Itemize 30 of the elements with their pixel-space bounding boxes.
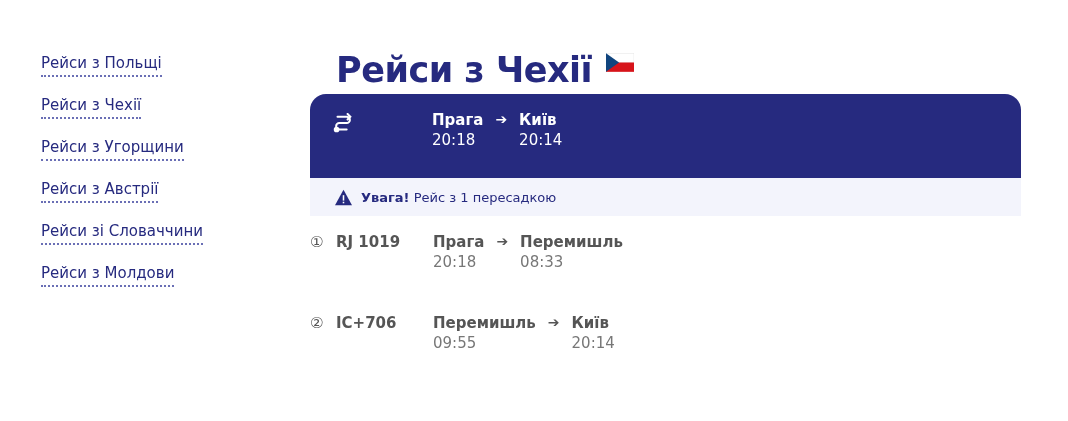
departure-time: 20:18	[433, 253, 478, 271]
arrival-time: 20:14	[519, 131, 563, 149]
train-number: IC+706	[336, 314, 398, 332]
train-number: RJ 1019	[336, 233, 402, 251]
warning-icon	[334, 188, 353, 206]
origin-city: Прага	[432, 111, 484, 129]
flag-icon	[606, 53, 634, 72]
sidebar-link[interactable]: Рейси з Молдови	[41, 262, 175, 287]
sidebar-link[interactable]: Рейси з Польщі	[41, 52, 162, 77]
leg-number: ②	[310, 314, 325, 332]
departure-time: 09:55	[433, 334, 478, 352]
sidebar-link[interactable]: Рейси з Чехії	[41, 94, 142, 119]
origin-city: Прага	[433, 233, 485, 251]
arrow: ➔	[547, 314, 560, 332]
arrival-time: 20:14	[571, 334, 615, 352]
page-title: Рейси з Чехії	[336, 49, 592, 92]
leg-number: ①	[310, 233, 325, 251]
sidebar-link[interactable]: Рейси зі Словаччини	[41, 220, 203, 245]
sidebar-link[interactable]: Рейси з Австрії	[41, 178, 159, 203]
destination-city: Перемишль	[520, 233, 623, 251]
destination-city: Київ	[519, 111, 558, 129]
arrival-time: 08:33	[520, 253, 565, 271]
origin-city: Перемишль	[433, 314, 536, 332]
destination-city: Київ	[571, 314, 610, 332]
sidebar-link[interactable]: Рейси з Угорщини	[41, 136, 184, 161]
departure-time: 20:18	[432, 131, 477, 149]
arrow: ➔	[496, 233, 509, 251]
warning-text: Увага! Рейс з 1 пересадкою	[361, 189, 557, 205]
arrow: ➔	[495, 111, 508, 129]
route-icon	[332, 113, 354, 135]
